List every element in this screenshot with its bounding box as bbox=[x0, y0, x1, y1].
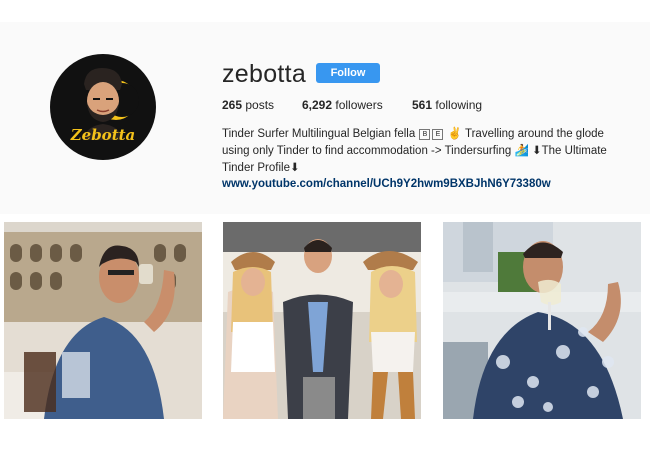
post-image-3 bbox=[443, 222, 641, 419]
bio-line2-text: using only Tinder to find accommodation … bbox=[222, 145, 512, 157]
bio-line1-text: Tinder Surfer Multilingual Belgian fella bbox=[222, 128, 416, 140]
follow-button[interactable]: Follow bbox=[316, 63, 380, 83]
profile-website-link[interactable]: www.youtube.com/channel/UCh9Y2hwm9BXBJhN… bbox=[222, 178, 551, 190]
posts-count: 265 bbox=[222, 98, 243, 112]
post-image-2 bbox=[223, 222, 421, 419]
profile-avatar[interactable]: Zebotta bbox=[50, 54, 156, 160]
followers-stat[interactable]: 6,292 followers bbox=[302, 98, 383, 112]
following-label: following bbox=[435, 98, 483, 112]
followers-count: 6,292 bbox=[302, 98, 333, 112]
posts-label: posts bbox=[245, 98, 275, 112]
post-thumbnail-3[interactable] bbox=[443, 222, 641, 419]
flag-b-icon: B bbox=[419, 129, 431, 140]
posts-stat: 265 posts bbox=[222, 98, 274, 112]
bio-line1-tail: Travelling around the glode bbox=[465, 128, 604, 140]
victory-hand-icon: ✌ bbox=[447, 128, 462, 140]
followers-label: followers bbox=[335, 98, 383, 112]
bio-line3-text: Tinder Profile⬇ bbox=[222, 162, 300, 174]
avatar-logo-text: Zebotta bbox=[70, 126, 136, 144]
bio-line2-tail: ⬇The Ultimate bbox=[532, 145, 607, 157]
following-count: 561 bbox=[412, 98, 433, 112]
post-thumbnail-2[interactable] bbox=[223, 222, 421, 419]
profile-header: Zebotta zebotta Follow 265 posts 6,292 f… bbox=[0, 22, 650, 214]
surfer-icon: 🏄 bbox=[514, 145, 529, 157]
profile-bio: Tinder Surfer Multilingual Belgian fella… bbox=[222, 126, 642, 177]
avatar-illustration bbox=[83, 68, 139, 140]
following-stat[interactable]: 561 following bbox=[412, 98, 482, 112]
post-thumbnail-1[interactable] bbox=[4, 222, 202, 419]
profile-username: zebotta bbox=[222, 60, 307, 88]
post-image-1 bbox=[4, 222, 202, 419]
flag-e-icon: E bbox=[432, 129, 444, 140]
